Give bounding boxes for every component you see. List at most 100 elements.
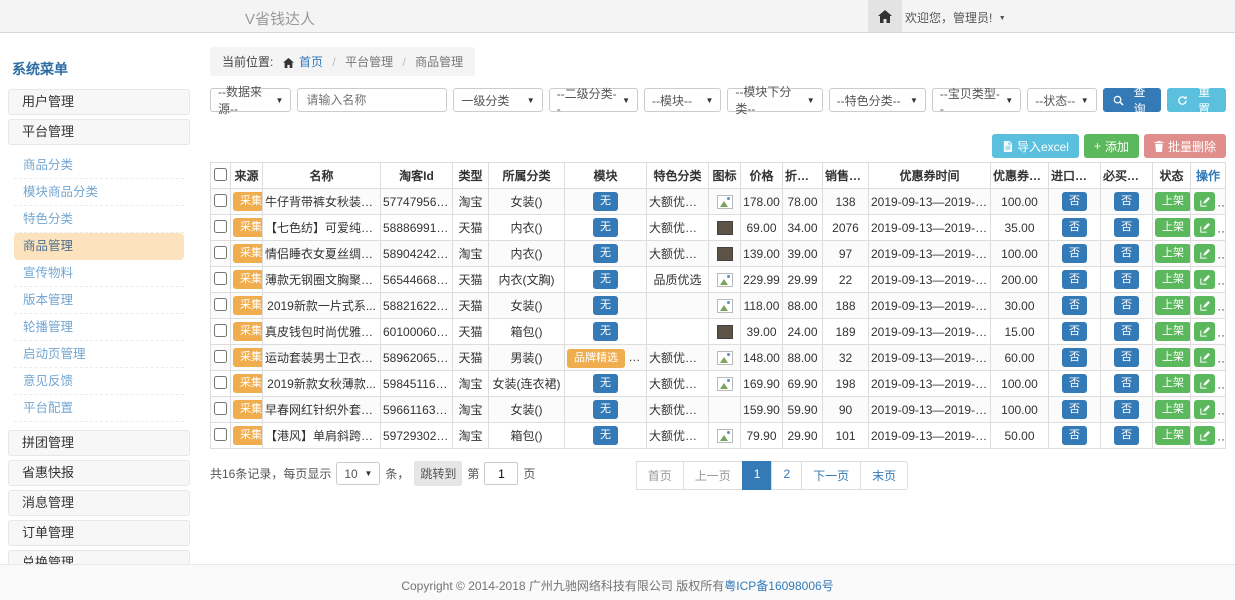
row-checkbox[interactable]	[214, 220, 227, 233]
sidebar-group[interactable]: 兑换管理	[8, 550, 190, 564]
must-buy-toggle[interactable]: 否	[1114, 348, 1139, 367]
module-none-badge: 无	[593, 322, 618, 341]
import-optimal-toggle[interactable]: 否	[1062, 296, 1087, 315]
user-menu[interactable]: 欢迎您，管理员! ▼	[905, 9, 1006, 26]
page-jump-input[interactable]	[484, 462, 518, 485]
import-optimal-toggle[interactable]: 否	[1062, 400, 1087, 419]
icp-link[interactable]: 粤ICP备16098006号	[724, 579, 833, 593]
sidebar-submenu-item[interactable]: 启动页管理	[14, 341, 184, 368]
edit-button[interactable]	[1194, 374, 1215, 393]
module-select[interactable]: --模块--▼	[644, 88, 721, 112]
status-toggle[interactable]: 上架	[1155, 296, 1191, 315]
sidebar-submenu-item[interactable]: 轮播管理	[14, 314, 184, 341]
level2-category-select[interactable]: --二级分类--▼	[549, 88, 638, 112]
import-optimal-toggle[interactable]: 否	[1062, 218, 1087, 237]
row-checkbox[interactable]	[214, 324, 227, 337]
status-toggle[interactable]: 上架	[1155, 400, 1191, 419]
page-button[interactable]: 首页	[636, 461, 684, 490]
sidebar-group[interactable]: 订单管理	[8, 520, 190, 546]
import-optimal-toggle[interactable]: 否	[1062, 374, 1087, 393]
status-toggle[interactable]: 上架	[1155, 426, 1191, 445]
edit-button[interactable]	[1194, 400, 1215, 419]
sidebar-group[interactable]: 拼团管理	[8, 430, 190, 456]
edit-button[interactable]	[1194, 270, 1215, 289]
must-buy-toggle[interactable]: 否	[1114, 400, 1139, 419]
row-checkbox[interactable]	[214, 402, 227, 415]
import-optimal-toggle[interactable]: 否	[1062, 270, 1087, 289]
page-button[interactable]: 上一页	[683, 461, 743, 490]
row-checkbox[interactable]	[214, 272, 227, 285]
sidebar-submenu-item[interactable]: 特色分类	[14, 206, 184, 233]
sidebar-group[interactable]: 平台管理	[8, 119, 190, 145]
sidebar-submenu-item[interactable]: 意见反馈	[14, 368, 184, 395]
must-buy-toggle[interactable]: 否	[1114, 244, 1139, 263]
sidebar-group[interactable]: 消息管理	[8, 490, 190, 516]
sidebar-group[interactable]: 用户管理	[8, 89, 190, 115]
status-toggle[interactable]: 上架	[1155, 192, 1191, 211]
import-optimal-toggle[interactable]: 否	[1062, 192, 1087, 211]
must-buy-toggle[interactable]: 否	[1114, 322, 1139, 341]
sidebar-submenu-item[interactable]: 版本管理	[14, 287, 184, 314]
edit-button[interactable]	[1194, 322, 1215, 341]
chevron-down-icon: ▼	[1081, 96, 1089, 105]
must-buy-toggle[interactable]: 否	[1114, 192, 1139, 211]
page-button[interactable]: 2	[771, 461, 802, 490]
products-table: 来源名称淘客Id类型所属分类模块特色分类图标价格折后价销售数量优惠券时间优惠券金…	[210, 162, 1226, 449]
column-header: 所属分类	[489, 163, 565, 189]
status-toggle[interactable]: 上架	[1155, 348, 1191, 367]
status-toggle[interactable]: 上架	[1155, 322, 1191, 341]
edit-button[interactable]	[1194, 244, 1215, 263]
must-buy-toggle[interactable]: 否	[1114, 426, 1139, 445]
must-buy-toggle[interactable]: 否	[1114, 296, 1139, 315]
row-checkbox[interactable]	[214, 246, 227, 259]
module-subcategory-select[interactable]: --模块下分类--▼	[727, 88, 822, 112]
status-toggle[interactable]: 上架	[1155, 270, 1191, 289]
sidebar-submenu-item[interactable]: 平台配置	[14, 395, 184, 422]
pagination-summary: 共16条记录，每页显示 10▼ 条， 跳转到 第 页	[210, 461, 535, 486]
page-button[interactable]: 下一页	[801, 461, 861, 490]
add-button[interactable]: + 添加	[1084, 134, 1139, 158]
status-toggle[interactable]: 上架	[1155, 244, 1191, 263]
import-optimal-toggle[interactable]: 否	[1062, 426, 1087, 445]
status-toggle[interactable]: 上架	[1155, 374, 1191, 393]
feature-category-select[interactable]: --特色分类--▼	[829, 88, 926, 112]
row-checkbox[interactable]	[214, 350, 227, 363]
item-type-select[interactable]: --宝贝类型--▼	[932, 88, 1021, 112]
search-button[interactable]: 查询	[1103, 88, 1162, 112]
row-checkbox[interactable]	[214, 376, 227, 389]
edit-button[interactable]	[1194, 192, 1215, 211]
sidebar-submenu-item[interactable]: 模块商品分类	[14, 179, 184, 206]
must-buy-toggle[interactable]: 否	[1114, 218, 1139, 237]
sidebar-submenu-item[interactable]: 商品管理	[14, 233, 184, 260]
edit-button[interactable]	[1194, 296, 1215, 315]
level1-category-select[interactable]: 一级分类▼	[453, 88, 542, 112]
import-optimal-toggle[interactable]: 否	[1062, 322, 1087, 341]
row-checkbox[interactable]	[214, 194, 227, 207]
must-buy-toggle[interactable]: 否	[1114, 270, 1139, 289]
sidebar-group[interactable]: 省惠快报	[8, 460, 190, 486]
import-excel-button[interactable]: 导入excel	[992, 134, 1079, 158]
page-button[interactable]: 末页	[860, 461, 908, 490]
page-size-select[interactable]: 10▼	[336, 462, 380, 485]
batch-delete-button[interactable]: 批量删除	[1144, 134, 1226, 158]
reset-button[interactable]: 重置	[1167, 88, 1226, 112]
status-toggle[interactable]: 上架	[1155, 218, 1191, 237]
import-optimal-toggle[interactable]: 否	[1062, 348, 1087, 367]
import-optimal-toggle[interactable]: 否	[1062, 244, 1087, 263]
name-search-input[interactable]	[297, 88, 447, 112]
source-badge: 采集	[233, 322, 263, 341]
edit-button[interactable]	[1194, 426, 1215, 445]
page-button[interactable]: 1	[742, 461, 773, 490]
row-checkbox[interactable]	[214, 298, 227, 311]
home-button[interactable]	[868, 0, 902, 32]
data-source-select[interactable]: --数据来源--▼	[210, 88, 291, 112]
select-all-checkbox[interactable]	[214, 168, 227, 181]
status-select[interactable]: --状态--▼	[1027, 88, 1097, 112]
row-checkbox[interactable]	[214, 428, 227, 441]
sidebar-submenu-item[interactable]: 商品分类	[14, 152, 184, 179]
must-buy-toggle[interactable]: 否	[1114, 374, 1139, 393]
edit-button[interactable]	[1194, 348, 1215, 367]
edit-button[interactable]	[1194, 218, 1215, 237]
breadcrumb-home-link[interactable]: 首页	[299, 55, 323, 69]
sidebar-submenu-item[interactable]: 宣传物料	[14, 260, 184, 287]
